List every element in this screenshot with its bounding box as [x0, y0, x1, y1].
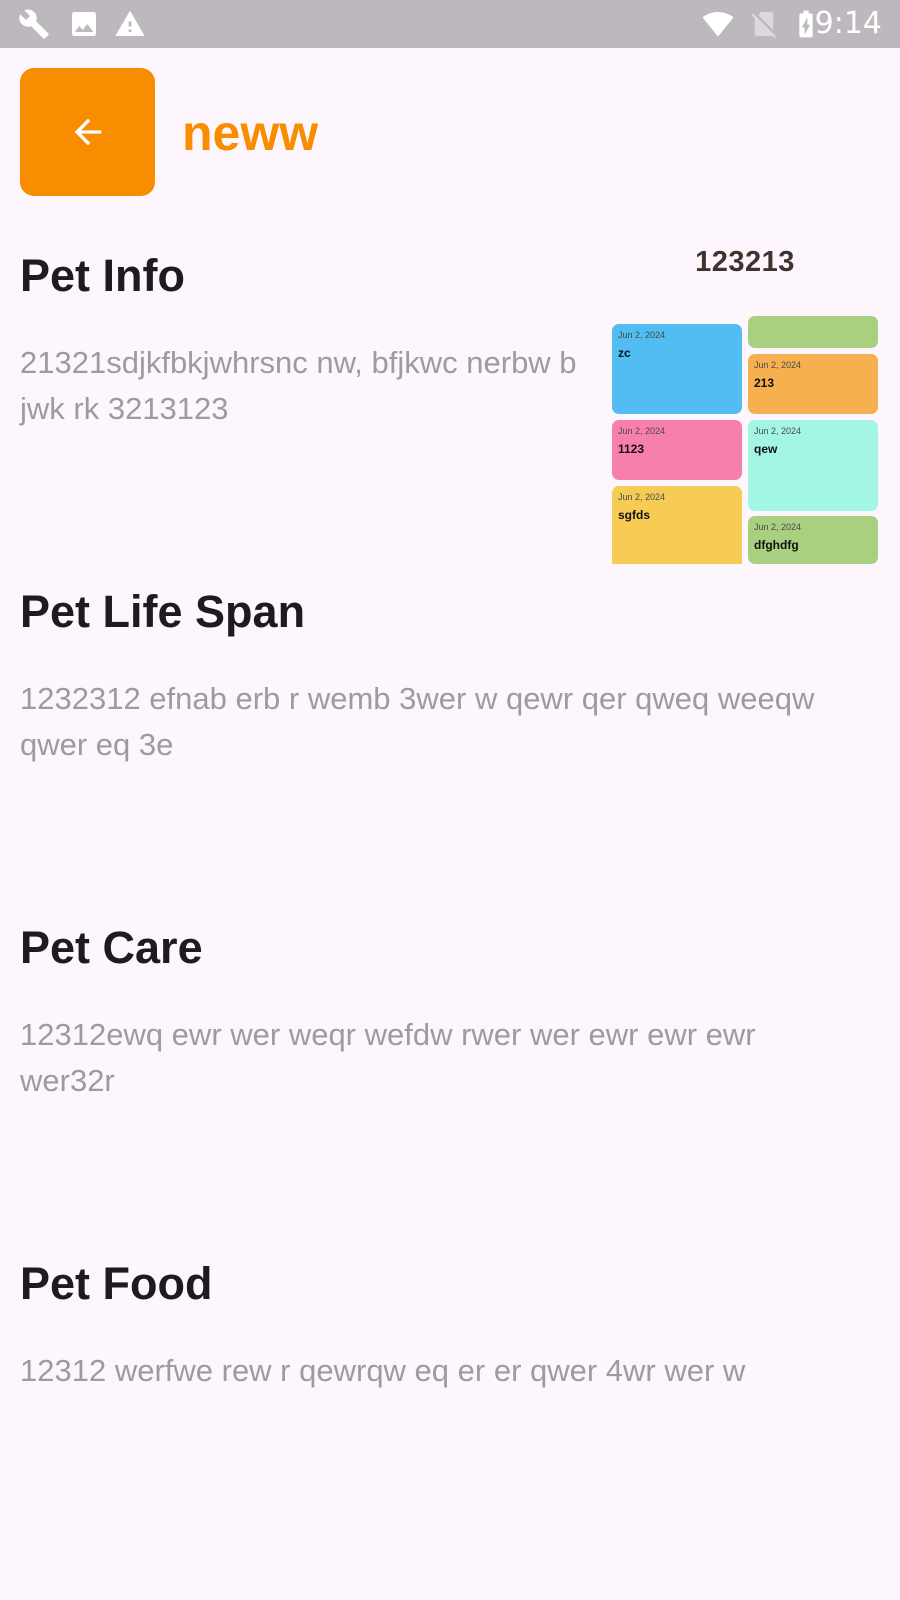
section-body-pet-food: 12312 werfwe rew r qewrqw eq er er qwer …: [20, 1353, 746, 1388]
note-date: Jun 2, 2024: [754, 360, 802, 370]
page-title: neww: [182, 105, 319, 161]
section-body-pet-life-span: 1232312 efnab erb r wemb 3wer w qewr qer…: [20, 681, 815, 762]
note-title: qew: [754, 442, 778, 456]
note-date: Jun 2, 2024: [754, 522, 802, 532]
note-title: zc: [618, 346, 631, 360]
note-card[interactable]: [748, 316, 878, 348]
wrench-icon: [19, 9, 49, 39]
note-card[interactable]: Jun 2, 2024 zc: [612, 324, 742, 414]
note-card[interactable]: Jun 2, 2024 213: [748, 354, 878, 414]
status-bar: 9:14: [0, 0, 900, 48]
note-date: Jun 2, 2024: [754, 426, 802, 436]
section-title-pet-food: Pet Food: [20, 1258, 213, 1309]
arrow-left-icon: [74, 118, 101, 146]
no-sim-icon: [751, 12, 777, 39]
section-title-pet-info: Pet Info: [20, 250, 185, 301]
section-body-pet-info: 21321sdjkfbkjwhrsnc nw, bfjkwc nerbw b j…: [20, 345, 577, 426]
note-date: Jun 2, 2024: [618, 426, 666, 436]
note-date: Jun 2, 2024: [618, 492, 666, 502]
wifi-icon: [702, 12, 734, 37]
note-title: 1123: [618, 442, 645, 456]
note-card[interactable]: Jun 2, 2024 qew: [748, 420, 878, 511]
notes-preview-grid[interactable]: Jun 2, 2024 zc Jun 2, 2024 213 Jun 2, 20…: [612, 316, 878, 564]
note-date: Jun 2, 2024: [618, 330, 666, 340]
note-title: sgfds: [618, 508, 651, 522]
note-card[interactable]: Jun 2, 2024 1123: [612, 420, 742, 480]
section-title-pet-life-span: Pet Life Span: [20, 586, 306, 637]
status-time: 9:14: [814, 6, 882, 41]
warning-icon: [115, 10, 145, 36]
section-title-pet-care: Pet Care: [20, 922, 203, 973]
note-card[interactable]: Jun 2, 2024 sgfds: [612, 486, 742, 564]
note-title: dfghdfg: [754, 538, 799, 552]
back-button[interactable]: [20, 68, 155, 196]
notes-preview-label: 123213: [695, 246, 795, 278]
section-body-pet-care: 12312ewq ewr wer weqr wefdw rwer wer ewr…: [20, 1017, 756, 1098]
note-title: 213: [754, 376, 775, 390]
note-card[interactable]: Jun 2, 2024 dfghdfg: [748, 516, 878, 564]
image-icon: [72, 12, 96, 36]
